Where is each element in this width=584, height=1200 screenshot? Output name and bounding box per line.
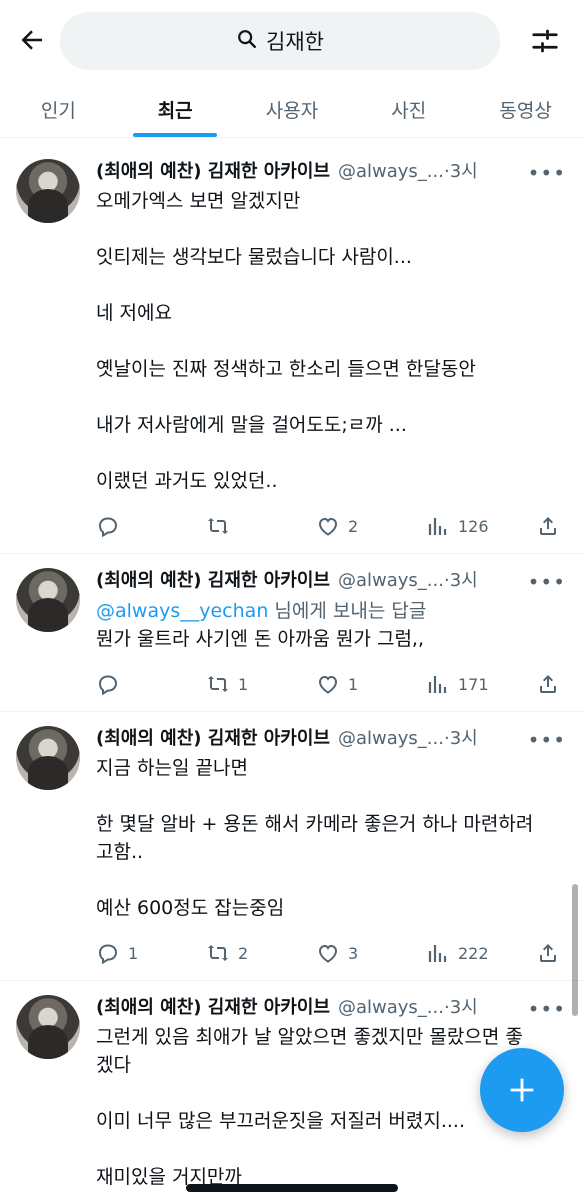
timestamp: ·3시	[443, 161, 478, 182]
tweet-actions: 2 126	[96, 513, 564, 539]
views-icon	[428, 518, 447, 535]
timestamp: ·3시	[443, 997, 478, 1018]
compose-plus-icon	[510, 1078, 534, 1102]
back-arrow-icon[interactable]	[14, 22, 50, 58]
like-button[interactable]: 1	[316, 672, 386, 696]
tweet-text: 오메가엑스 보면 알겠지만 잇티제는 생각보다 물렀습니다 사람이... 네 저…	[96, 190, 476, 492]
reply-icon	[98, 517, 118, 538]
timestamp: ·3시	[443, 570, 478, 591]
tweet-header: (최애의 예찬) 김재한 아카이브 @always_... ·3시	[96, 566, 564, 594]
views-button[interactable]: 171	[426, 672, 496, 696]
display-name[interactable]: (최애의 예찬) 김재한 아카이브	[96, 157, 330, 183]
tweet[interactable]: (최애의 예찬) 김재한 아카이브 @always_... ·3시 ••• @a…	[0, 554, 584, 712]
tab-latest[interactable]: 최근	[117, 82, 234, 137]
display-name[interactable]: (최애의 예찬) 김재한 아카이브	[96, 993, 330, 1019]
avatar[interactable]	[16, 995, 80, 1059]
like-icon	[318, 944, 338, 963]
reply-icon	[98, 675, 118, 696]
share-icon	[540, 675, 556, 693]
like-button[interactable]: 2	[316, 514, 386, 538]
retweet-icon	[208, 676, 228, 692]
share-button[interactable]	[536, 941, 560, 965]
compose-button[interactable]	[480, 1048, 564, 1132]
share-button[interactable]	[536, 514, 560, 538]
more-icon[interactable]: •••	[528, 728, 566, 752]
mention-link[interactable]: @always__yechan	[96, 600, 268, 622]
tweet-actions: 1 1 171	[96, 671, 564, 697]
tweet[interactable]: (최애의 예찬) 김재한 아카이브 @always_... ·3시 ••• 지금…	[0, 712, 584, 981]
timestamp: ·3시	[443, 728, 478, 749]
retweet-button[interactable]: 1	[206, 672, 276, 696]
avatar[interactable]	[16, 568, 80, 632]
retweet-button[interactable]: 2	[206, 941, 276, 965]
tab-people[interactable]: 사용자	[234, 82, 351, 137]
tab-photos[interactable]: 사진	[350, 82, 467, 137]
tweet-feed: (최애의 예찬) 김재한 아카이브 @always_... ·3시 ••• 오메…	[0, 145, 584, 1200]
tab-videos[interactable]: 동영상	[467, 82, 584, 137]
search-query: 김재한	[266, 30, 324, 54]
avatar[interactable]	[16, 159, 80, 223]
search-input[interactable]: 김재한	[60, 12, 500, 70]
tweet-header: (최애의 예찬) 김재한 아카이브 @always_... ·3시	[96, 724, 564, 752]
tweet-header: (최애의 예찬) 김재한 아카이브 @always_... ·3시	[96, 157, 564, 185]
views-icon	[428, 945, 447, 962]
avatar[interactable]	[16, 726, 80, 790]
reply-button[interactable]: 1	[96, 941, 166, 965]
filter-icon[interactable]	[528, 24, 562, 58]
retweet-button[interactable]	[206, 514, 276, 538]
active-tab-indicator	[133, 133, 218, 137]
share-button[interactable]	[536, 672, 560, 696]
display-name[interactable]: (최애의 예찬) 김재한 아카이브	[96, 724, 330, 750]
search-tabs: 인기 최근 사용자 사진 동영상	[0, 82, 584, 138]
tweet-header: (최애의 예찬) 김재한 아카이브 @always_... ·3시	[96, 993, 564, 1021]
reply-icon	[98, 944, 118, 965]
user-handle: @always_...	[337, 728, 444, 749]
reply-button[interactable]	[96, 514, 166, 538]
scrollbar[interactable]	[572, 884, 578, 1016]
tab-popular[interactable]: 인기	[0, 82, 117, 137]
share-icon	[540, 944, 556, 962]
tweet-text: 뭔가 울트라 사기엔 돈 아까움 뭔가 그럼,,	[96, 628, 424, 650]
more-icon[interactable]: •••	[528, 997, 566, 1021]
tweet[interactable]: (최애의 예찬) 김재한 아카이브 @always_... ·3시 ••• 오메…	[0, 145, 584, 554]
views-button[interactable]: 222	[426, 941, 496, 965]
home-indicator	[186, 1184, 398, 1192]
share-icon	[540, 517, 556, 535]
retweet-icon	[208, 518, 228, 534]
views-button[interactable]: 126	[426, 514, 496, 538]
tweet-text: 지금 하는일 끝나면 한 몇달 알바 + 용돈 해서 카메라 좋은거 하나 마련…	[96, 757, 534, 919]
more-icon[interactable]: •••	[528, 570, 566, 594]
like-icon	[318, 675, 338, 694]
like-button[interactable]: 3	[316, 941, 386, 965]
reply-context: @always__yechan 님에게 보내는 답글	[96, 600, 427, 622]
user-handle: @always_...	[337, 997, 444, 1018]
tweet-actions: 1 2 3 222	[96, 940, 564, 966]
more-icon[interactable]: •••	[528, 161, 566, 185]
views-icon	[428, 676, 447, 693]
top-bar: 김재한	[0, 0, 584, 82]
user-handle: @always_...	[337, 161, 444, 182]
search-icon	[236, 28, 258, 54]
display-name[interactable]: (최애의 예찬) 김재한 아카이브	[96, 566, 330, 592]
retweet-icon	[208, 945, 228, 961]
reply-button[interactable]	[96, 672, 166, 696]
user-handle: @always_...	[337, 570, 444, 591]
like-icon	[318, 517, 338, 536]
